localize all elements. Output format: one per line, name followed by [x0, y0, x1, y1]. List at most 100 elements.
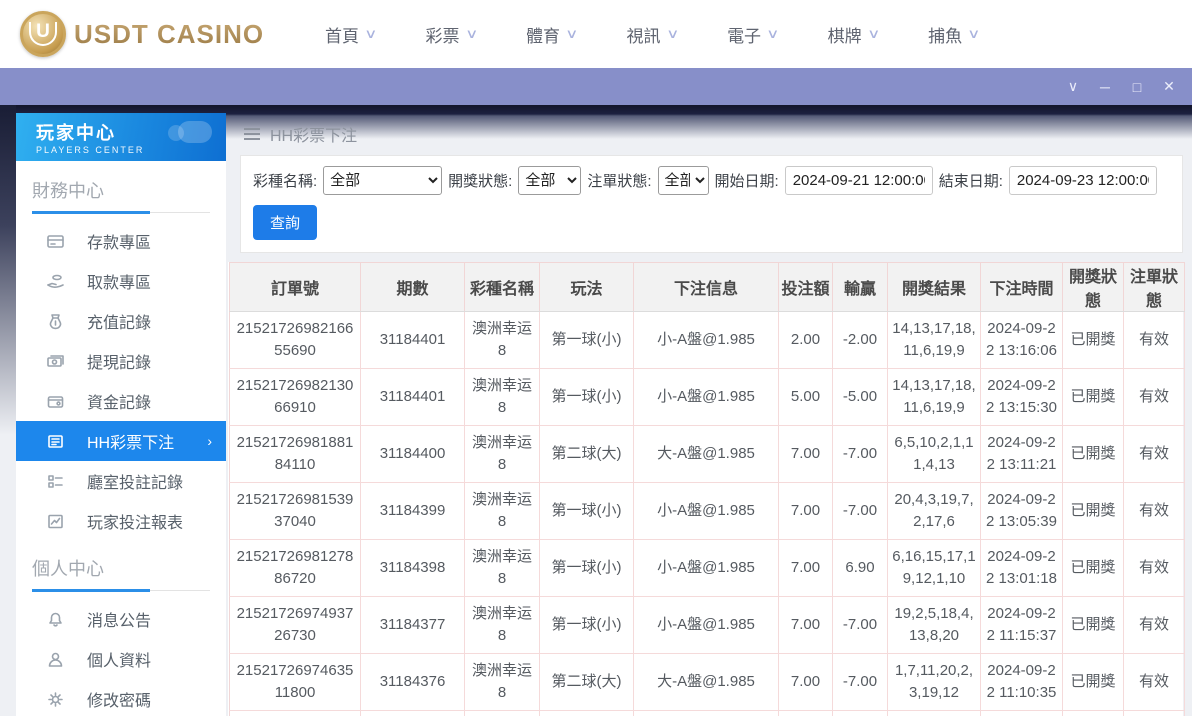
- window-dropdown-icon[interactable]: ∨: [1064, 78, 1082, 95]
- table-cell: -7.00: [832, 425, 888, 483]
- column-header: 玩法: [539, 262, 634, 312]
- sidebar-sections: 財務中心 存款專區 取款專區 充值記錄 提現記錄 資金記錄 HH彩票下注 › 廳…: [16, 161, 226, 716]
- table-cell: 已開獎: [1062, 311, 1124, 369]
- table-cell: -5.00: [832, 368, 888, 426]
- recharge-record-icon: [46, 312, 65, 331]
- menu-icon[interactable]: [244, 128, 260, 140]
- table-cell: 澳洲幸运8: [464, 368, 540, 426]
- search-button[interactable]: 查詢: [253, 205, 318, 240]
- table-cell: 已開獎: [1062, 653, 1124, 711]
- nav-item[interactable]: 彩票 ∨: [426, 22, 478, 47]
- sidebar-item-withdraw[interactable]: 取款專區: [16, 261, 226, 301]
- column-header: 投注額: [778, 262, 833, 312]
- table-cell: 已開獎: [1062, 368, 1124, 426]
- table-cell: 有效: [1123, 311, 1185, 369]
- table-row-partial: [229, 710, 1185, 716]
- sidebar-item-profile[interactable]: 個人資料: [16, 639, 226, 679]
- nav-item[interactable]: 捕魚 ∨: [928, 22, 980, 47]
- table-cell: 大-A盤@1.985: [633, 653, 779, 711]
- table-cell: 14,13,17,18,11,6,19,9: [887, 311, 981, 369]
- start-date-input[interactable]: [784, 166, 933, 195]
- sidebar-item-password[interactable]: 修改密碼: [16, 679, 226, 716]
- nav-item[interactable]: 棋牌 ∨: [828, 22, 880, 47]
- table-cell: 2152172698213066910: [229, 368, 361, 426]
- table-cell: 2152172697463511800: [229, 653, 361, 711]
- player-report-icon: [46, 512, 65, 531]
- sidebar-item-label: 修改密碼: [87, 693, 152, 710]
- logo-text: USDT CASINO: [74, 18, 265, 49]
- logo[interactable]: U USDT CASINO: [20, 11, 270, 57]
- table-cell: 2024-09-22 13:11:21: [980, 425, 1063, 483]
- sidebar-item-room-bet-record[interactable]: 廳室投註記錄: [16, 461, 226, 501]
- nav-item[interactable]: 電子 ∨: [727, 22, 780, 47]
- page-title: HH彩票下注: [270, 128, 358, 145]
- sidebar-item-funds-record[interactable]: 資金記錄: [16, 381, 226, 421]
- sidebar-item-lottery-bet[interactable]: HH彩票下注 ›: [16, 421, 226, 461]
- nav-item-label: 電子: [727, 26, 762, 46]
- window-minimize-icon[interactable]: ─: [1096, 79, 1114, 95]
- sidebar-item-label: 取款專區: [87, 275, 152, 292]
- table-cell: 7.00: [778, 539, 833, 597]
- gamepad-icon: [168, 121, 212, 143]
- background-strip: [0, 105, 16, 435]
- withdrawal-record-icon: [46, 352, 65, 371]
- password-icon: [46, 690, 65, 709]
- room-bet-record-icon: [46, 472, 65, 491]
- nav-item-label: 首頁: [325, 26, 359, 46]
- table-cell: 31184401: [360, 368, 465, 426]
- table-cell: 5.00: [778, 368, 833, 426]
- lottery-select[interactable]: 全部: [323, 166, 443, 195]
- order-status-select[interactable]: 全部: [657, 166, 709, 195]
- table-cell: 2152172698216655690: [229, 311, 361, 369]
- column-header: 訂單號: [229, 262, 361, 312]
- sidebar-item-player-report[interactable]: 玩家投注報表: [16, 501, 226, 541]
- logo-coin-icon: U: [20, 11, 66, 57]
- table-cell: 2152172698127886720: [229, 539, 361, 597]
- table-cell: 第二球(大): [539, 653, 634, 711]
- table-cell: 小-A盤@1.985: [633, 539, 779, 597]
- end-date-input[interactable]: [1008, 166, 1157, 195]
- filter-panel: 彩種名稱: 全部 開獎狀態: 全部 注單狀態: 全部 開始日期: 結束日期: 查…: [240, 155, 1183, 253]
- sidebar-item-label: 存款專區: [87, 235, 152, 252]
- table-cell: 7.00: [778, 596, 833, 654]
- table-cell: 第一球(小): [539, 596, 634, 654]
- workspace: 玩家中心 PLAYERS CENTER 財務中心 存款專區 取款專區 充值記錄 …: [0, 105, 1192, 716]
- table-cell: 小-A盤@1.985: [633, 482, 779, 540]
- breadcrumb: HH彩票下注: [228, 113, 1183, 155]
- chevron-down-icon: ∨: [766, 26, 780, 41]
- order-status-label: 注單狀態:: [587, 173, 652, 190]
- table-cell: 有效: [1123, 596, 1185, 654]
- site-header: U USDT CASINO 首頁 ∨ 彩票 ∨ 體育 ∨ 視訊 ∨ 電子 ∨ 棋…: [0, 0, 1192, 68]
- sidebar-item-label: 充值記錄: [87, 315, 152, 332]
- column-header: 下注時間: [980, 262, 1063, 312]
- chevron-down-icon: ∨: [364, 26, 378, 41]
- window-maximize-icon[interactable]: □: [1128, 79, 1146, 95]
- sidebar-item-notice[interactable]: 消息公告: [16, 599, 226, 639]
- nav-item[interactable]: 體育 ∨: [526, 22, 578, 47]
- nav-item[interactable]: 視訊 ∨: [627, 22, 679, 47]
- sidebar-item-deposit[interactable]: 存款專區: [16, 221, 226, 261]
- table-cell: 有效: [1123, 368, 1185, 426]
- bets-table-panel: 訂單號 期數 彩種名稱 玩法 下注信息 投注額 輸贏 開獎結果 下注時間 開獎狀態 注單狀態 215…: [228, 262, 1185, 716]
- sidebar-item-withdrawal-record[interactable]: 提現記錄: [16, 341, 226, 381]
- funds-record-icon: [46, 392, 65, 411]
- table-cell: -7.00: [832, 653, 888, 711]
- draw-status-select[interactable]: 全部: [518, 166, 582, 195]
- table-cell: 已開獎: [1062, 539, 1124, 597]
- chevron-right-icon: ›: [207, 433, 212, 449]
- logo-letter: U: [29, 22, 57, 46]
- table-cell: 有效: [1123, 539, 1185, 597]
- start-date-label: 開始日期:: [714, 173, 779, 190]
- nav-item[interactable]: 首頁 ∨: [325, 22, 378, 47]
- table-row: 2152172698127886720 31184398 澳洲幸运8 第一球(小) 小-…: [229, 539, 1185, 597]
- window-close-icon[interactable]: ✕: [1160, 78, 1178, 95]
- lottery-label: 彩種名稱:: [253, 173, 318, 190]
- table-cell: 31184401: [360, 311, 465, 369]
- table-cell: 7.00: [778, 482, 833, 540]
- sidebar-item-recharge-record[interactable]: 充值記錄: [16, 301, 226, 341]
- table-cell: 2152172698188184110: [229, 425, 361, 483]
- table-cell: 有效: [1123, 425, 1185, 483]
- table-body: 2152172698216655690 31184401 澳洲幸运8 第一球(小) 小-…: [229, 311, 1185, 716]
- table-cell: 已開獎: [1062, 482, 1124, 540]
- table-row: 2152172698216655690 31184401 澳洲幸运8 第一球(小) 小-…: [229, 311, 1185, 369]
